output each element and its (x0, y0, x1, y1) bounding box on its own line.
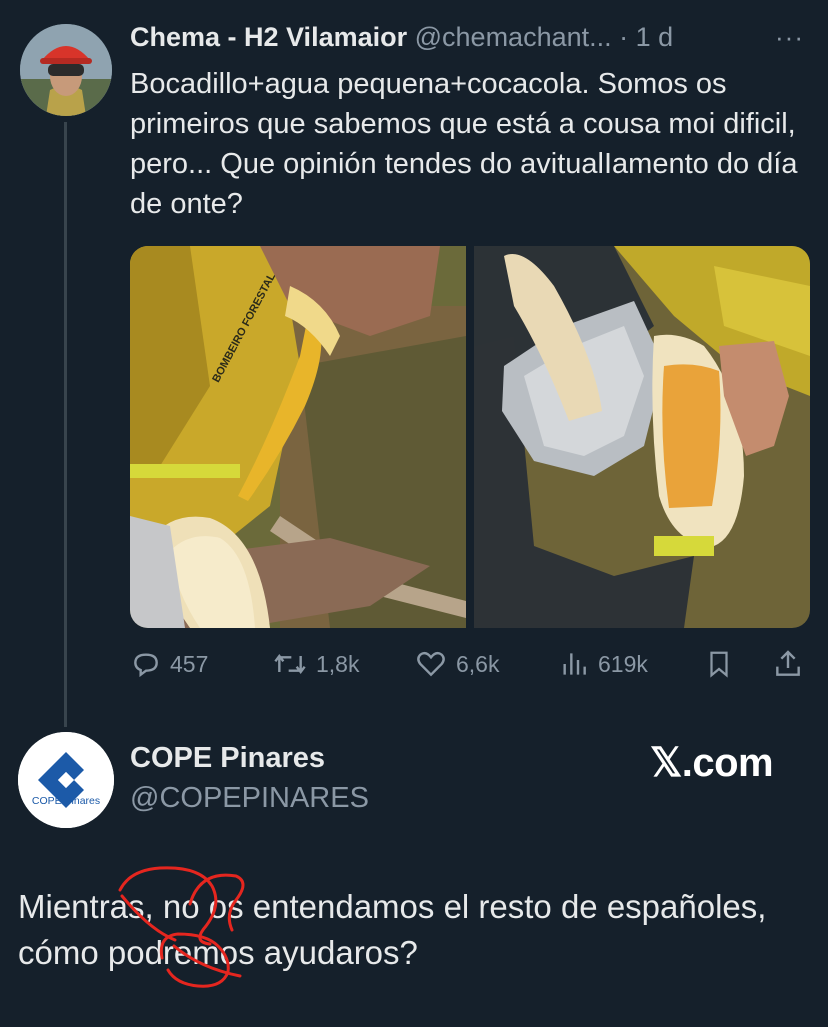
reply-icon (134, 653, 158, 678)
reply-button[interactable]: 457 (130, 644, 208, 684)
bookmark-button[interactable] (704, 644, 742, 684)
views-button[interactable]: 619k (558, 644, 648, 684)
cope-logo-text: COPE Pinares (32, 795, 100, 807)
author-name[interactable]: Chema - H2 Vilamaior (130, 22, 407, 52)
tweet-photo-1[interactable]: BOMBEIRO FORESTAL (130, 246, 466, 628)
cope-avatar[interactable]: COPE Pinares (18, 732, 114, 828)
share-button[interactable] (772, 644, 812, 684)
more-options-icon[interactable]: ··· (775, 22, 804, 53)
like-count: 6,6k (456, 650, 500, 677)
reply-author-handle[interactable]: @COPEPINARES (130, 782, 369, 815)
retweet-icon (274, 654, 306, 674)
reply-author-name[interactable]: COPE Pinares (130, 742, 325, 775)
like-button[interactable]: 6,6k (414, 644, 499, 684)
author-handle[interactable]: @chemachant... (415, 22, 612, 52)
bookmark-icon (710, 651, 728, 678)
tweet-header: Chema - H2 Vilamaior @chemachant... · 1 … (130, 22, 810, 62)
reply-count: 457 (170, 650, 209, 677)
heart-icon (417, 651, 445, 677)
tweet-text: Bocadillo+agua pequena+cocacola. Somos o… (130, 68, 798, 220)
retweet-button[interactable]: 1,8k (272, 644, 359, 684)
tweet-timestamp[interactable]: · 1 d (619, 22, 673, 52)
retweet-count: 1,8k (316, 650, 360, 677)
tweet-photo-2[interactable] (474, 246, 810, 628)
thread-connector-line (64, 122, 67, 727)
tweet-actions: 457 1,8k 6,6k 619k (130, 644, 810, 684)
share-icon (776, 650, 800, 676)
views-chart-icon (563, 653, 586, 675)
x-watermark: 𝕏.com (650, 741, 774, 785)
author-avatar[interactable] (20, 24, 112, 116)
reply-text: Mientras, no os entendamos el resto de e… (18, 888, 767, 971)
views-count: 619k (598, 650, 648, 677)
